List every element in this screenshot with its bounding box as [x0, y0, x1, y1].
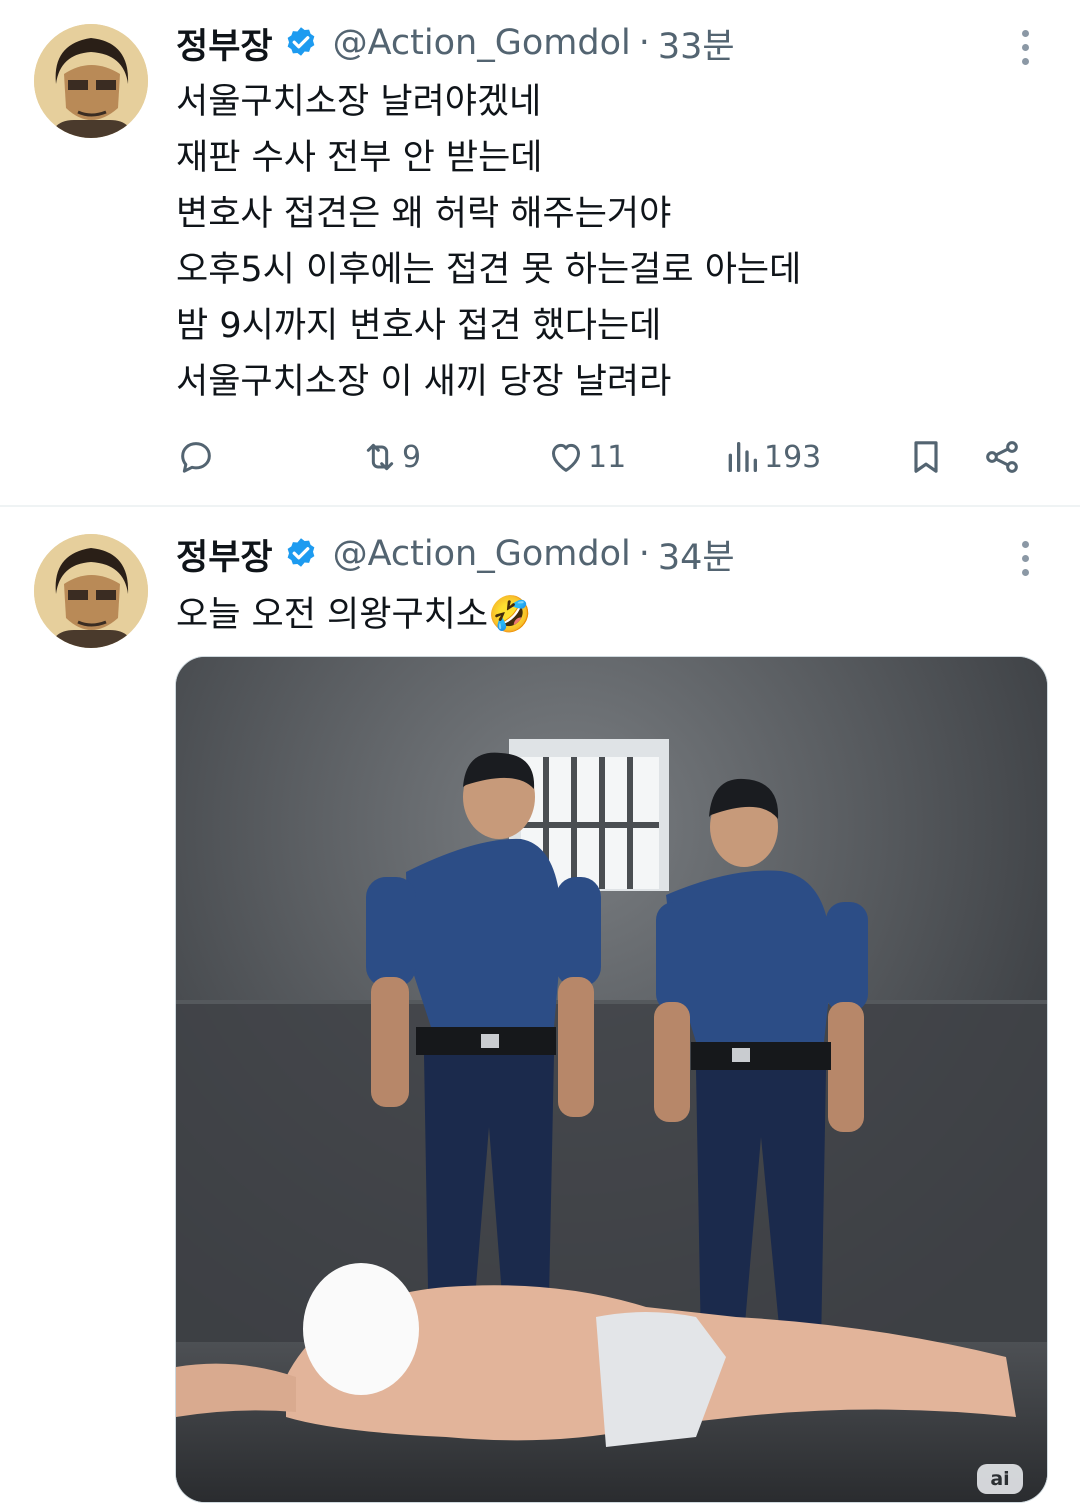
separator-dot: ·	[638, 23, 650, 63]
tweet[interactable]: 정부장 @Action_Gomdol · 34분 오늘 오전 의왕구치소🤣 ai	[0, 507, 1080, 1504]
tweet-text: 서울구치소장 날려야겠네 재판 수사 전부 안 받는데 변호사 접견은 왜 허락…	[176, 74, 801, 410]
author-name[interactable]: 정부장	[176, 18, 273, 69]
reply-icon	[181, 442, 211, 473]
avatar[interactable]	[34, 534, 148, 648]
timestamp[interactable]: 34분	[658, 529, 735, 580]
verified-badge-icon	[287, 538, 314, 567]
tweet-text-line: 오후5시 이후에는 접견 못 하는걸로 아는데	[176, 250, 802, 290]
share-icon	[986, 441, 1018, 473]
tweet-text-line: 서울구치소장 이 새끼 당장 날려라	[176, 362, 672, 402]
heart-icon	[552, 443, 580, 472]
verified-badge-icon	[287, 27, 314, 56]
retweet-button[interactable]: 9	[360, 430, 421, 484]
tweet-text-line: 서울구치소장 날려야겠네	[176, 82, 542, 122]
prison-cell-illustration	[176, 657, 1047, 1502]
views-button[interactable]: 193	[722, 430, 821, 484]
separator-dot: ·	[638, 534, 650, 574]
tweet-text-line: 오늘 오전 의왕구치소🤣	[176, 595, 532, 635]
tweet-text-line: 재판 수사 전부 안 받는데	[176, 138, 543, 178]
like-count: 11	[588, 439, 627, 475]
views-bar-icon	[728, 442, 757, 472]
tweet-text-line: 변호사 접견은 왜 허락 해주는거야	[176, 194, 672, 234]
author-handle[interactable]: @Action_Gomdol	[333, 534, 631, 574]
tweet-image[interactable]: ai	[175, 656, 1048, 1503]
reply-button[interactable]	[176, 430, 216, 484]
share-button[interactable]	[982, 430, 1022, 484]
more-options-icon[interactable]	[1010, 22, 1040, 72]
more-options-icon[interactable]	[1010, 533, 1040, 583]
author-name[interactable]: 정부장	[176, 529, 273, 580]
timestamp[interactable]: 33분	[658, 18, 735, 69]
retweet-icon	[366, 443, 394, 471]
action-bar: 9 11 193	[176, 430, 1036, 484]
author-handle[interactable]: @Action_Gomdol	[333, 23, 631, 63]
bookmark-icon	[914, 441, 938, 473]
tweet[interactable]: 정부장 @Action_Gomdol · 33분 서울구치소장 날려야겠네 재판…	[0, 0, 1080, 505]
tweet-text: 오늘 오전 의왕구치소🤣	[176, 587, 532, 643]
tweet-text-line: 밤 9시까지 변호사 접견 했다는데	[176, 306, 662, 346]
like-button[interactable]: 11	[546, 430, 626, 484]
view-count: 193	[764, 439, 822, 475]
avatar[interactable]	[34, 24, 148, 138]
bookmark-button[interactable]	[906, 430, 946, 484]
retweet-count: 9	[402, 439, 422, 475]
ai-badge: ai	[977, 1464, 1023, 1494]
